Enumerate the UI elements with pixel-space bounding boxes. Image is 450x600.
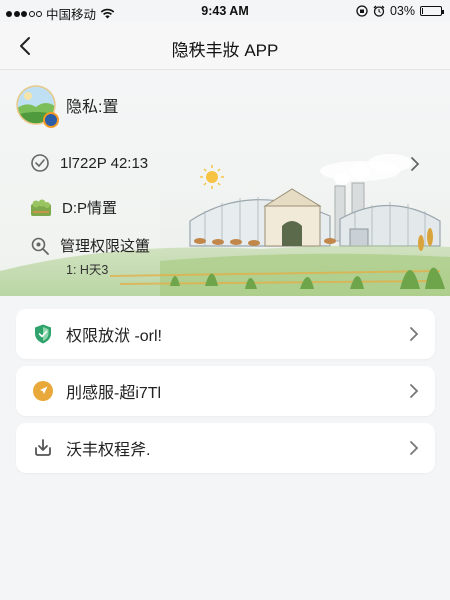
battery-percent: 03% (389, 4, 415, 18)
info-row-label: 管理权限这簠 (60, 238, 151, 255)
profile-row[interactable]: 隐私:置 (16, 85, 119, 128)
chevron-right-icon[interactable] (410, 156, 420, 172)
info-row-permissions[interactable]: 管理权限这簠 (30, 235, 150, 256)
info-row-label: D:P情置 (62, 200, 118, 217)
menu-item-download[interactable]: 沃丰权程斧. (16, 423, 435, 473)
profile-name: 隐私:置 (66, 99, 119, 116)
orientation-lock-icon (356, 5, 368, 17)
download-icon (32, 437, 54, 459)
farm-icon (31, 199, 51, 216)
menu-item-permissions[interactable]: 权限放洑 -orl! (16, 309, 435, 359)
menu-item-label: 沃丰权程斧. (66, 442, 151, 459)
status-right: 03% (356, 4, 444, 18)
menu-item-label: 权限放洑 -orl! (66, 328, 163, 345)
page-title: 隐秩丰妝 APP (171, 41, 279, 60)
settings-badge-icon (43, 112, 59, 128)
check-circle-icon (31, 154, 49, 172)
header-section: 隐私:置 1l722P 42:13 D:P情置 管理权限这簠 1: H天3 (0, 71, 450, 296)
info-row-time[interactable]: 1l722P 42:13 (30, 153, 148, 173)
status-bar: 中国移动 9:43 AM 03% (0, 0, 450, 22)
alarm-icon (373, 5, 385, 17)
info-row-farm[interactable]: D:P情置 (30, 197, 117, 218)
navigation-icon (32, 380, 54, 402)
info-row-sublabel: 1: H天3 (66, 263, 109, 277)
navigation-bar: 隐秩丰妝 APP (0, 22, 450, 70)
info-row-label: 1l722P 42:13 (60, 154, 149, 172)
menu-item-location[interactable]: 刖感服-超i7Tl (16, 366, 435, 416)
shield-icon (32, 323, 54, 345)
avatar (16, 85, 59, 128)
battery-icon (420, 6, 444, 16)
chevron-right-icon (410, 441, 419, 455)
search-icon (31, 237, 49, 255)
menu-item-label: 刖感服-超i7Tl (66, 385, 162, 402)
chevron-right-icon (410, 384, 419, 398)
chevron-right-icon (410, 327, 419, 341)
